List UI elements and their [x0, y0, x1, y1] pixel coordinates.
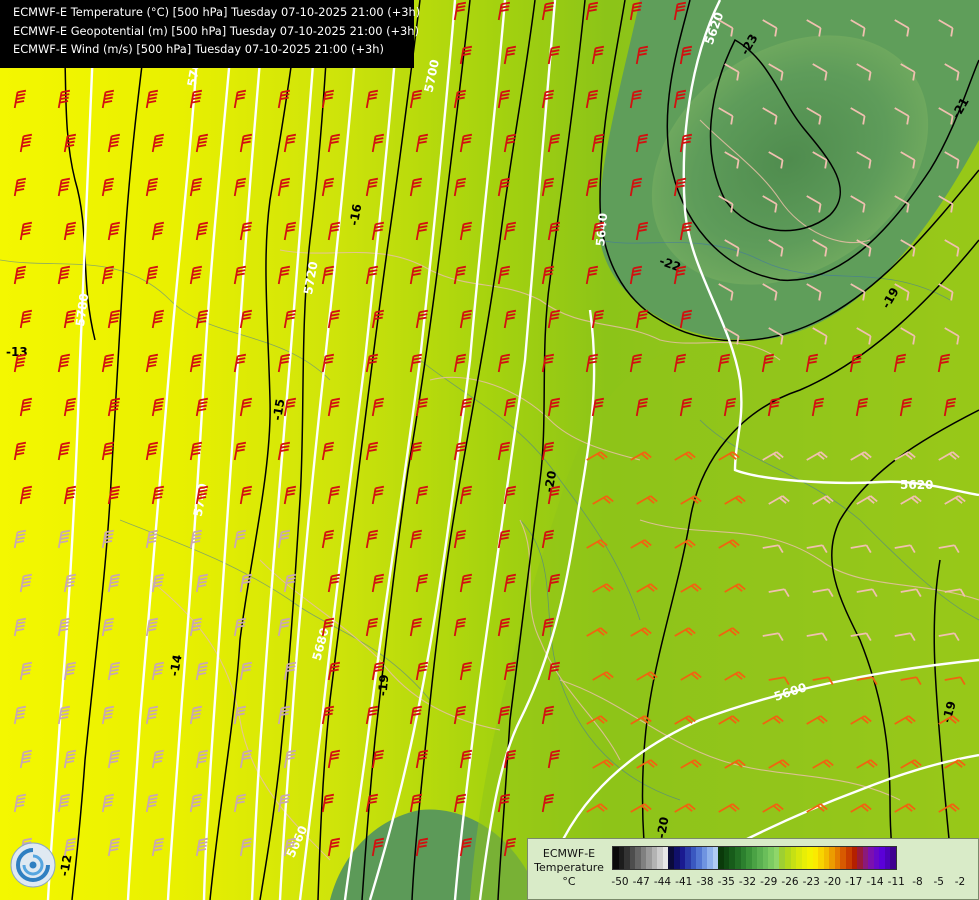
legend-swatch: [890, 847, 896, 869]
legend-tick-label: -41: [675, 876, 693, 888]
legend-title: ECMWF-E Temperature °C: [533, 847, 605, 889]
legend-title-model: ECMWF-E: [542, 847, 596, 860]
legend-unit: °C: [562, 875, 576, 888]
ecmwf-logo-icon: [10, 842, 56, 888]
legend-title-variable: Temperature: [534, 861, 604, 874]
legend-tick-label: -50: [611, 876, 629, 888]
legend-tick-label: -2: [954, 876, 966, 888]
legend-tick-label: -26: [781, 876, 799, 888]
map-canvas: 5620 5640 5660 5680 5700 5720 5740 5760 …: [0, 0, 979, 900]
legend-tick-label: -11: [887, 876, 905, 888]
temperature-legend: ECMWF-E Temperature °C -50 -47 -44 -41 -38 -3…: [527, 838, 979, 900]
legend-tick-label: -23: [802, 876, 820, 888]
legend-tick-label: -47: [632, 876, 650, 888]
title-wind: ECMWF-E Wind (m/s) [500 hPa] Tuesday 07-…: [13, 42, 384, 56]
title-box: ECMWF-E Temperature (°C) [500 hPa] Tuesd…: [0, 0, 421, 68]
weather-map: 5620 5640 5660 5680 5700 5720 5740 5760 …: [0, 0, 979, 900]
legend-tick-label: -17: [845, 876, 863, 888]
legend-colorbar: [612, 846, 897, 870]
legend-tick-label: -14: [866, 876, 884, 888]
legend-tick-label: -29: [760, 876, 778, 888]
title-geopotential: ECMWF-E Geopotential (m) [500 hPa] Tuesd…: [13, 23, 419, 38]
legend-tick-label: -32: [738, 876, 757, 888]
legend-tick-label: -44: [653, 876, 672, 888]
legend-tick-label: -35: [717, 876, 735, 888]
legend-tick-label: -38: [696, 876, 714, 888]
title-temperature: ECMWF-E Temperature (°C) [500 hPa] Tuesd…: [13, 5, 421, 19]
label-5620-east: 5620: [900, 478, 933, 492]
legend-tick-label: -20: [823, 876, 842, 888]
label-minus19-south: -19: [375, 674, 391, 697]
legend-ticks: -50 -47 -44 -41 -38 -35 -32 -29 -26 -23 -20 -17 -14-…: [611, 876, 975, 890]
legend-tick-label: -5: [933, 876, 944, 888]
legend-tick-label: -8: [912, 876, 923, 888]
